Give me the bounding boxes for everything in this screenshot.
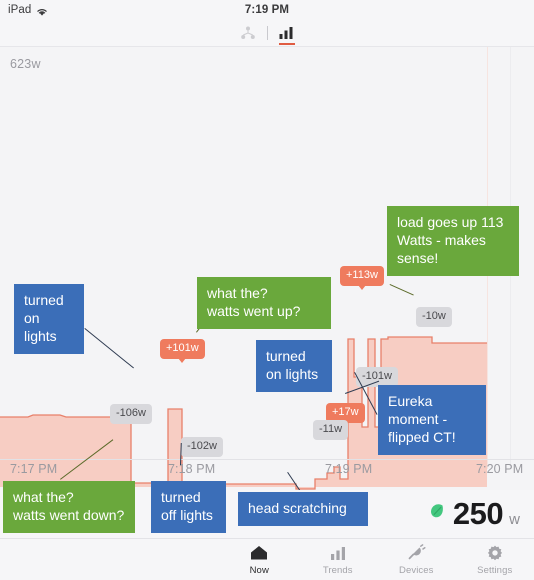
bar-chart-icon[interactable]: [278, 25, 296, 45]
top-toolbar: [0, 20, 534, 46]
home-icon: [249, 544, 269, 562]
annotation-head-scratching[interactable]: head scratching: [238, 492, 368, 526]
value-badge-plus-113[interactable]: +113w: [340, 266, 384, 290]
x-tick-3: 7:20 PM: [476, 462, 524, 476]
value-badge-minus-102[interactable]: -102w: [181, 437, 223, 457]
x-tick-1: 7:18 PM: [168, 462, 216, 476]
gear-icon: [485, 544, 505, 562]
value-badge-minus-11[interactable]: -11w: [313, 420, 349, 440]
tab-devices[interactable]: Devices: [377, 539, 456, 580]
x-tick-2: 7:19 PM: [325, 462, 373, 476]
tab-trends[interactable]: Trends: [299, 539, 378, 580]
annotation-load-goes-up[interactable]: load goes up 113 Watts - makes sense!: [387, 206, 519, 276]
annotation-turned-on-lights-1[interactable]: turned on lights: [14, 284, 84, 354]
status-bar-time: 7:19 PM: [244, 4, 290, 16]
tab-now[interactable]: Now: [220, 539, 299, 580]
x-tick-0: 7:17 PM: [10, 462, 58, 476]
status-bar: iPad 7:19 PM: [0, 0, 534, 20]
tab-trends-label: Trends: [322, 564, 353, 576]
toolbar-divider: [266, 26, 268, 40]
green-leaf-plug-icon: [427, 501, 447, 526]
x-axis-line: [0, 459, 534, 460]
power-unit: w: [509, 511, 520, 528]
tab-settings-label: Settings: [477, 564, 513, 576]
plug-icon: [406, 543, 426, 562]
tab-devices-label: Devices: [399, 564, 434, 576]
app-root: iPad 7:19 PM 623w 7:17 PM 7:18 PM 7:19 P…: [0, 0, 534, 580]
tabbar-spacer: [0, 539, 220, 580]
annotation-what-the-watts-down[interactable]: what the? watts went down?: [3, 481, 135, 533]
bottom-tab-bar: Now Trends Devices Settings: [0, 538, 534, 580]
annotation-turned-on-lights-2[interactable]: turned on lights: [256, 340, 332, 392]
tab-settings[interactable]: Settings: [456, 539, 534, 580]
value-badge-minus-106[interactable]: -106w: [110, 404, 152, 424]
value-badge-minus-10[interactable]: -10w: [416, 307, 452, 327]
tab-now-label: Now: [249, 564, 269, 576]
current-power-readout: 250 w: [427, 498, 520, 529]
annotation-turned-off-lights[interactable]: turned off lights: [151, 481, 226, 533]
bar-chart-icon: [328, 544, 348, 562]
active-tab-underline: [278, 43, 295, 45]
value-badge-minus-101[interactable]: -101w: [356, 367, 398, 387]
power-value: 250: [452, 496, 504, 531]
devices-network-icon[interactable]: [239, 25, 257, 41]
annotation-eureka-moment[interactable]: Eureka moment - flipped CT!: [378, 385, 486, 455]
value-badge-plus-101[interactable]: +101w: [160, 339, 205, 363]
annotation-what-the-watts-up[interactable]: what the? watts went up?: [197, 277, 331, 329]
